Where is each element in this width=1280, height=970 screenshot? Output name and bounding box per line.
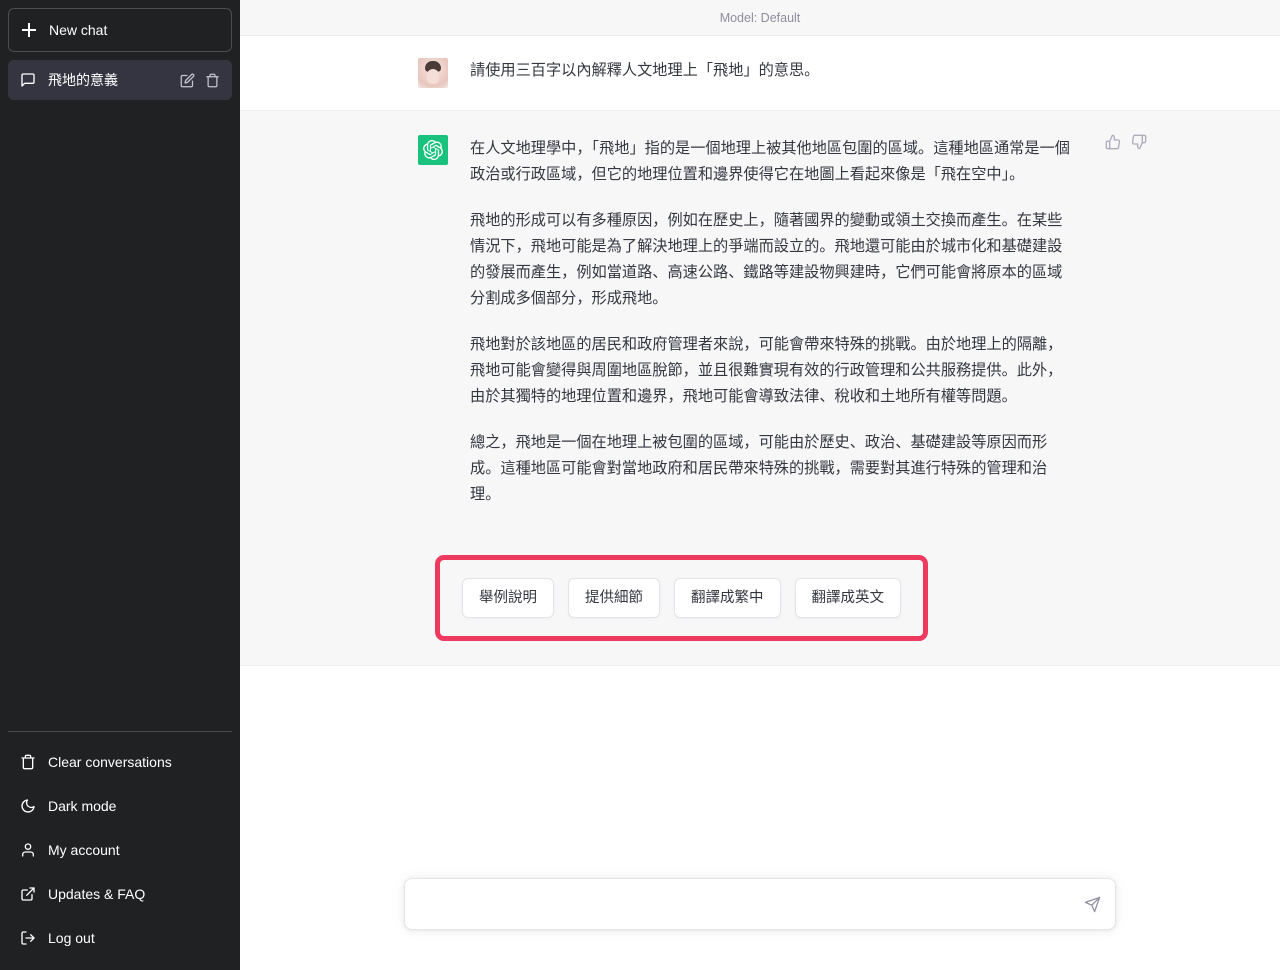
message-row-assistant: 在人文地理學中，「飛地」指的是一個地理上被其他地區包圍的區域。這種地區通常是一個… — [240, 110, 1280, 666]
sidebar-item-updates-faq[interactable]: Updates & FAQ — [8, 872, 232, 916]
main-panel: Model: Default 請使用三百字以內解釋人文地理上「飛地」的意思。 在… — [240, 0, 1280, 970]
assistant-paragraph: 在人文地理學中，「飛地」指的是一個地理上被其他地區包圍的區域。這種地區通常是一個… — [470, 139, 1070, 183]
composer-area — [240, 878, 1280, 970]
conversation-list[interactable]: 飛地的意義 — [8, 60, 232, 731]
message-feedback — [1104, 133, 1148, 151]
thumb-down-icon[interactable] — [1130, 133, 1148, 151]
new-chat-label: New chat — [49, 22, 108, 38]
avatar — [418, 58, 448, 88]
app-root: New chat 飛地的意義 Clear conversations Dark … — [0, 0, 1280, 970]
sidebar-item-label: Updates & FAQ — [48, 886, 146, 902]
plus-icon — [21, 22, 37, 38]
assistant-message-body: 在人文地理學中，「飛地」指的是一個地理上被其他地區包圍的區域。這種地區通常是一個… — [435, 135, 1070, 641]
message-row-user: 請使用三百字以內解釋人文地理上「飛地」的意思。 — [240, 36, 1280, 110]
chat-input[interactable] — [421, 879, 1071, 929]
user-message-body: 請使用三百字以內解釋人文地理上「飛地」的意思。 — [470, 58, 1070, 88]
avatar-assistant — [418, 135, 448, 165]
model-bar: Model: Default — [240, 0, 1280, 36]
suggestion-chip[interactable]: 翻譯成繁中 — [674, 578, 781, 618]
conversation-thread: 請使用三百字以內解釋人文地理上「飛地」的意思。 在人文地理學中，「飛地」指的是一… — [240, 36, 1280, 878]
model-label: Model: Default — [719, 10, 801, 25]
new-chat-button[interactable]: New chat — [8, 8, 232, 52]
conversation-actions — [180, 73, 220, 88]
message-bubble-icon — [20, 72, 36, 88]
sidebar-item-label: Log out — [48, 930, 95, 946]
composer[interactable] — [404, 878, 1116, 930]
suggestion-chip[interactable]: 舉例說明 — [462, 578, 554, 618]
edit-icon[interactable] — [180, 73, 195, 88]
thumb-up-icon[interactable] — [1104, 133, 1122, 151]
assistant-paragraph: 飛地對於該地區的居民和政府管理者來說，可能會帶來特殊的挑戰。由於地理上的隔離，飛… — [470, 335, 1063, 405]
user-message-text: 請使用三百字以內解釋人文地理上「飛地」的意思。 — [470, 61, 820, 79]
logout-icon — [20, 930, 36, 946]
assistant-paragraph: 飛地的形成可以有多種原因，例如在歷史上，隨著國界的變動或領土交換而產生。在某些情… — [470, 211, 1063, 307]
send-icon[interactable] — [1081, 893, 1103, 915]
openai-logo-icon — [423, 140, 443, 160]
sidebar-item-my-account[interactable]: My account — [8, 828, 232, 872]
sidebar-item-label: Dark mode — [48, 798, 117, 814]
sidebar: New chat 飛地的意義 Clear conversations Dark … — [0, 0, 240, 970]
assistant-paragraph: 總之，飛地是一個在地理上被包圍的區域，可能由於歷史、政治、基礎建設等原因而形成。… — [470, 433, 1048, 503]
trash-icon[interactable] — [205, 73, 220, 88]
person-icon — [20, 842, 36, 858]
message-inner: 請使用三百字以內解釋人文地理上「飛地」的意思。 — [240, 36, 1280, 110]
trash-icon — [20, 754, 36, 770]
sidebar-bottom-nav: Clear conversations Dark mode My account… — [8, 731, 232, 970]
suggestion-chip[interactable]: 提供細節 — [568, 578, 660, 618]
conversation-title: 飛地的意義 — [48, 73, 118, 89]
sidebar-item-label: My account — [48, 842, 120, 858]
sidebar-item-label: Clear conversations — [48, 754, 172, 770]
external-link-icon — [20, 886, 36, 902]
message-inner: 在人文地理學中，「飛地」指的是一個地理上被其他地區包圍的區域。這種地區通常是一個… — [240, 111, 1280, 665]
suggestion-chip[interactable]: 翻譯成英文 — [794, 578, 901, 618]
moon-icon — [20, 798, 36, 814]
sidebar-item-log-out[interactable]: Log out — [8, 916, 232, 960]
sidebar-item-dark-mode[interactable]: Dark mode — [8, 784, 232, 828]
sidebar-item-clear-conversations[interactable]: Clear conversations — [8, 740, 232, 784]
conversation-item-active[interactable]: 飛地的意義 — [8, 60, 232, 100]
suggestion-chips-highlight: 舉例說明 提供細節 翻譯成繁中 翻譯成英文 — [435, 555, 928, 641]
